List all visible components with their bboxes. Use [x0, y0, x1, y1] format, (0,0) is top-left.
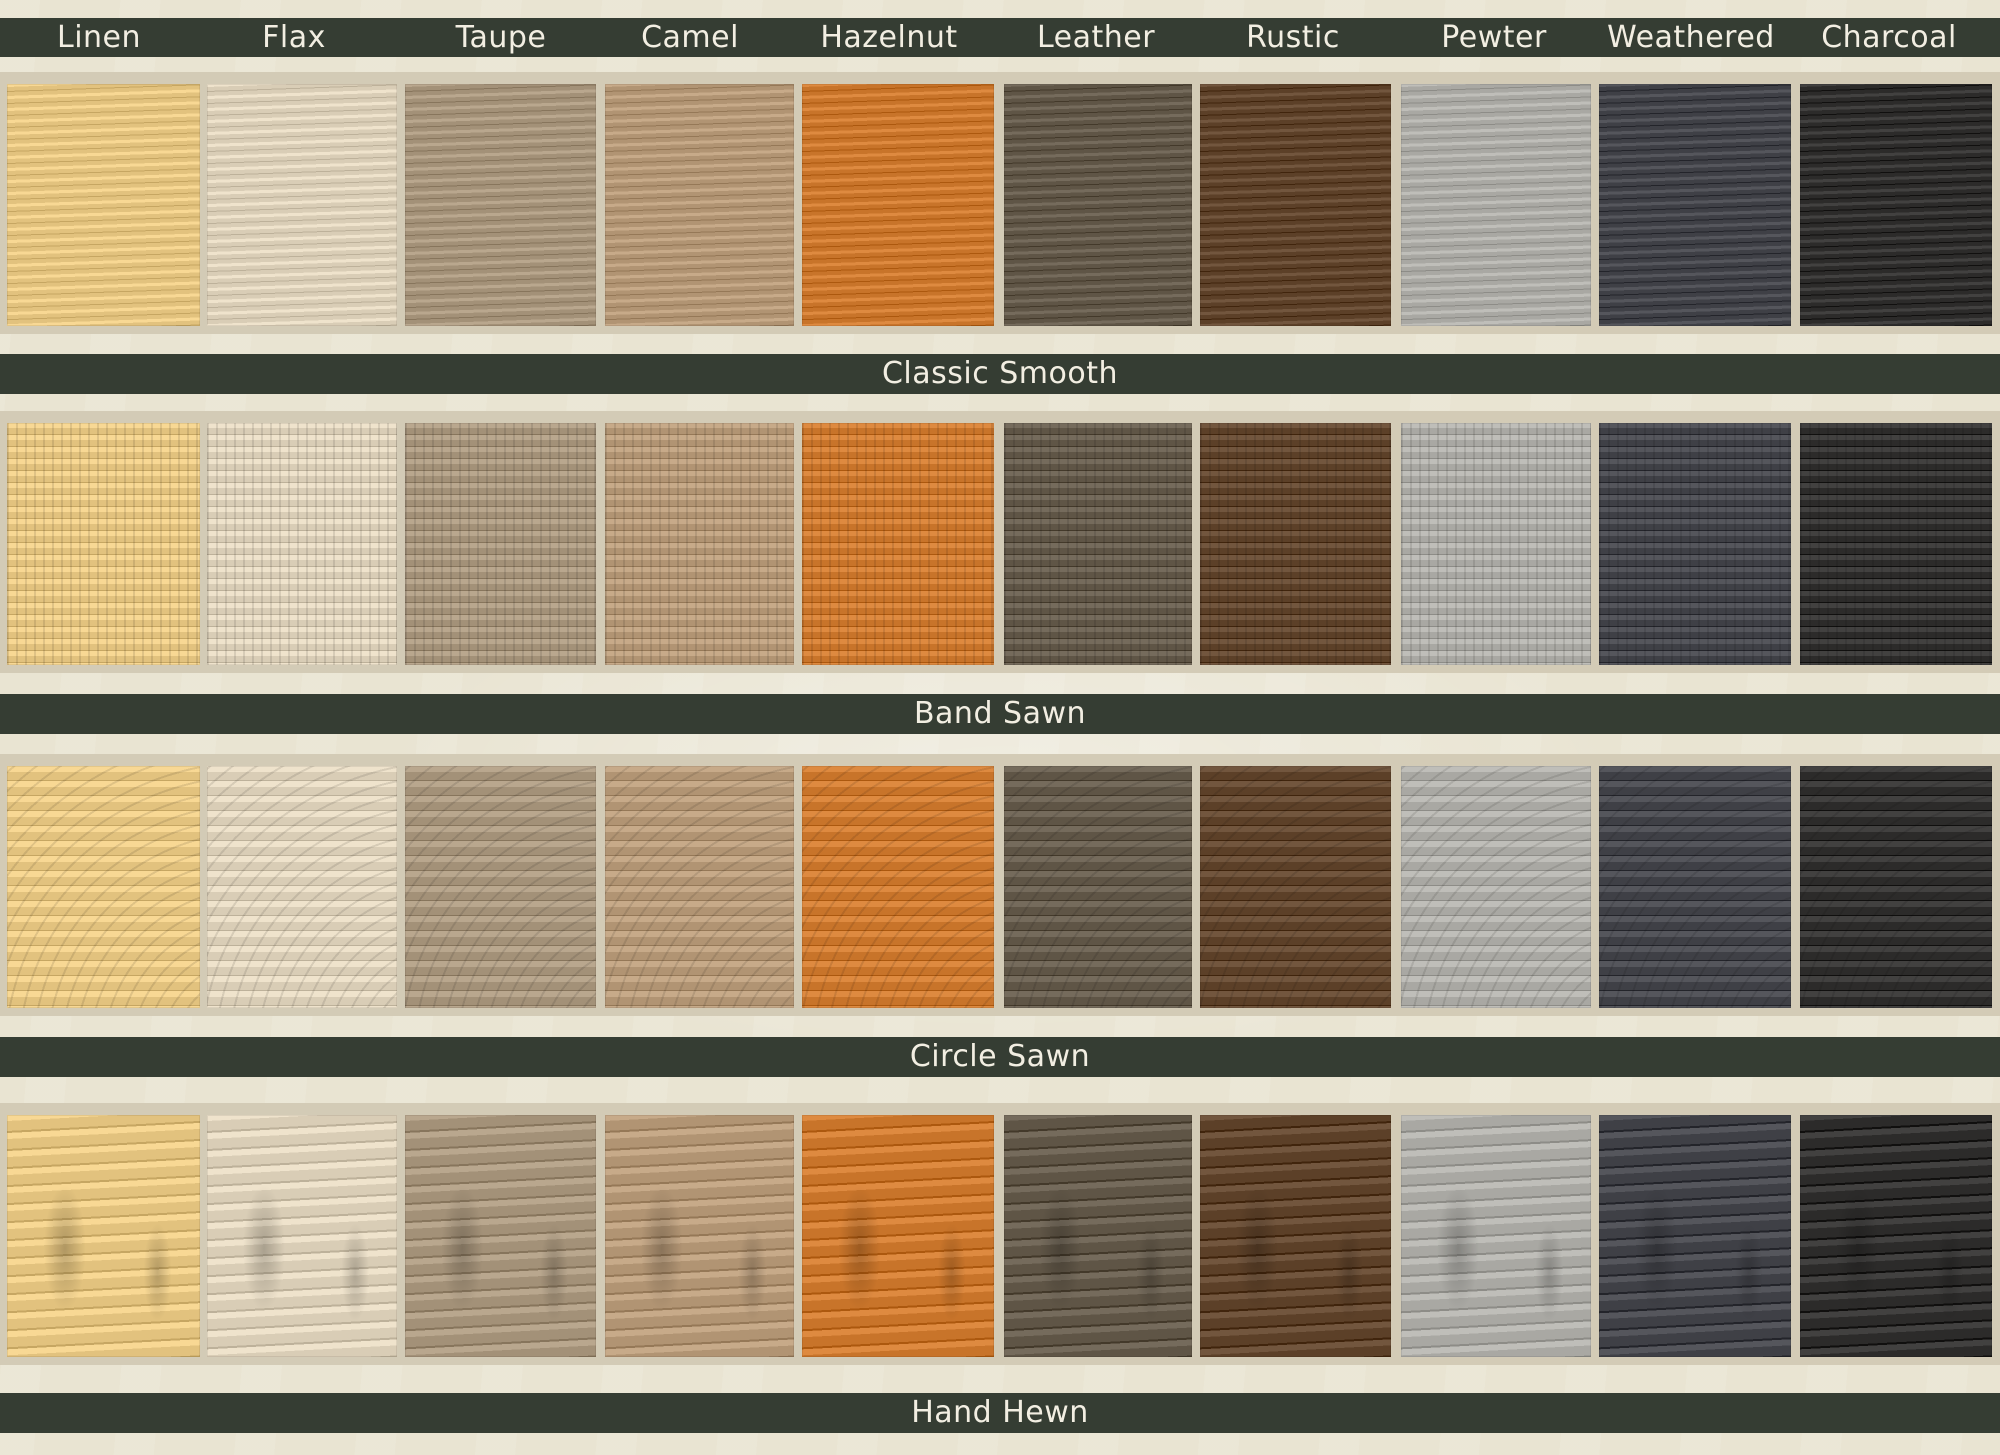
texture-label-bar: Classic Smooth — [0, 354, 2000, 394]
swatch[interactable] — [802, 84, 994, 326]
swatch[interactable] — [7, 1115, 200, 1357]
swatch[interactable] — [207, 766, 397, 1008]
color-name-linen: Linen — [56, 20, 142, 55]
swatch[interactable] — [7, 423, 200, 665]
swatch[interactable] — [802, 1115, 994, 1357]
swatch[interactable] — [605, 766, 794, 1008]
swatch[interactable] — [1004, 1115, 1192, 1357]
swatch[interactable] — [1200, 423, 1391, 665]
swatch[interactable] — [1599, 84, 1791, 326]
swatch[interactable] — [207, 423, 397, 665]
swatch-row-hand-hewn — [0, 1103, 2000, 1365]
swatch[interactable] — [207, 1115, 397, 1357]
swatch[interactable] — [605, 423, 794, 665]
color-name-charcoal: Charcoal — [1821, 20, 1957, 55]
swatch[interactable] — [1800, 766, 1992, 1008]
swatch-row-circle-sawn — [0, 754, 2000, 1016]
color-header-bar: Linen Flax Taupe Camel Hazelnut Leather … — [0, 18, 2000, 57]
texture-label-bar: Band Sawn — [0, 694, 2000, 734]
texture-label-bar: Hand Hewn — [0, 1393, 2000, 1433]
texture-label-bar: Circle Sawn — [0, 1037, 2000, 1077]
swatch[interactable] — [1599, 1115, 1791, 1357]
swatch[interactable] — [207, 84, 397, 326]
color-name-taupe: Taupe — [455, 20, 547, 55]
color-name-flax: Flax — [262, 20, 326, 55]
color-name-rustic: Rustic — [1246, 20, 1340, 55]
swatch[interactable] — [605, 1115, 794, 1357]
swatch[interactable] — [1004, 84, 1192, 326]
color-name-camel: Camel — [641, 20, 739, 55]
swatch[interactable] — [1200, 766, 1391, 1008]
color-name-leather: Leather — [1036, 20, 1156, 55]
swatch[interactable] — [405, 1115, 596, 1357]
swatch[interactable] — [1599, 423, 1791, 665]
swatch[interactable] — [405, 84, 596, 326]
swatch-row-classic-smooth — [0, 72, 2000, 334]
swatch[interactable] — [1401, 1115, 1591, 1357]
swatch[interactable] — [605, 84, 794, 326]
swatch[interactable] — [1004, 423, 1192, 665]
color-name-pewter: Pewter — [1441, 20, 1547, 55]
swatch[interactable] — [405, 766, 596, 1008]
swatch-row-band-sawn — [0, 411, 2000, 673]
swatch[interactable] — [1401, 423, 1591, 665]
color-name-hazelnut: Hazelnut — [820, 20, 958, 55]
swatch[interactable] — [1800, 423, 1992, 665]
swatch[interactable] — [802, 766, 994, 1008]
swatch[interactable] — [7, 766, 200, 1008]
swatch[interactable] — [1800, 84, 1992, 326]
swatch[interactable] — [1401, 766, 1591, 1008]
swatch[interactable] — [802, 423, 994, 665]
swatch[interactable] — [405, 423, 596, 665]
swatch[interactable] — [1800, 1115, 1992, 1357]
swatch[interactable] — [1401, 84, 1591, 326]
swatch[interactable] — [1599, 766, 1791, 1008]
color-name-weathered: Weathered — [1607, 20, 1775, 55]
swatch[interactable] — [7, 84, 200, 326]
swatch[interactable] — [1004, 766, 1192, 1008]
swatch[interactable] — [1200, 1115, 1391, 1357]
swatch[interactable] — [1200, 84, 1391, 326]
